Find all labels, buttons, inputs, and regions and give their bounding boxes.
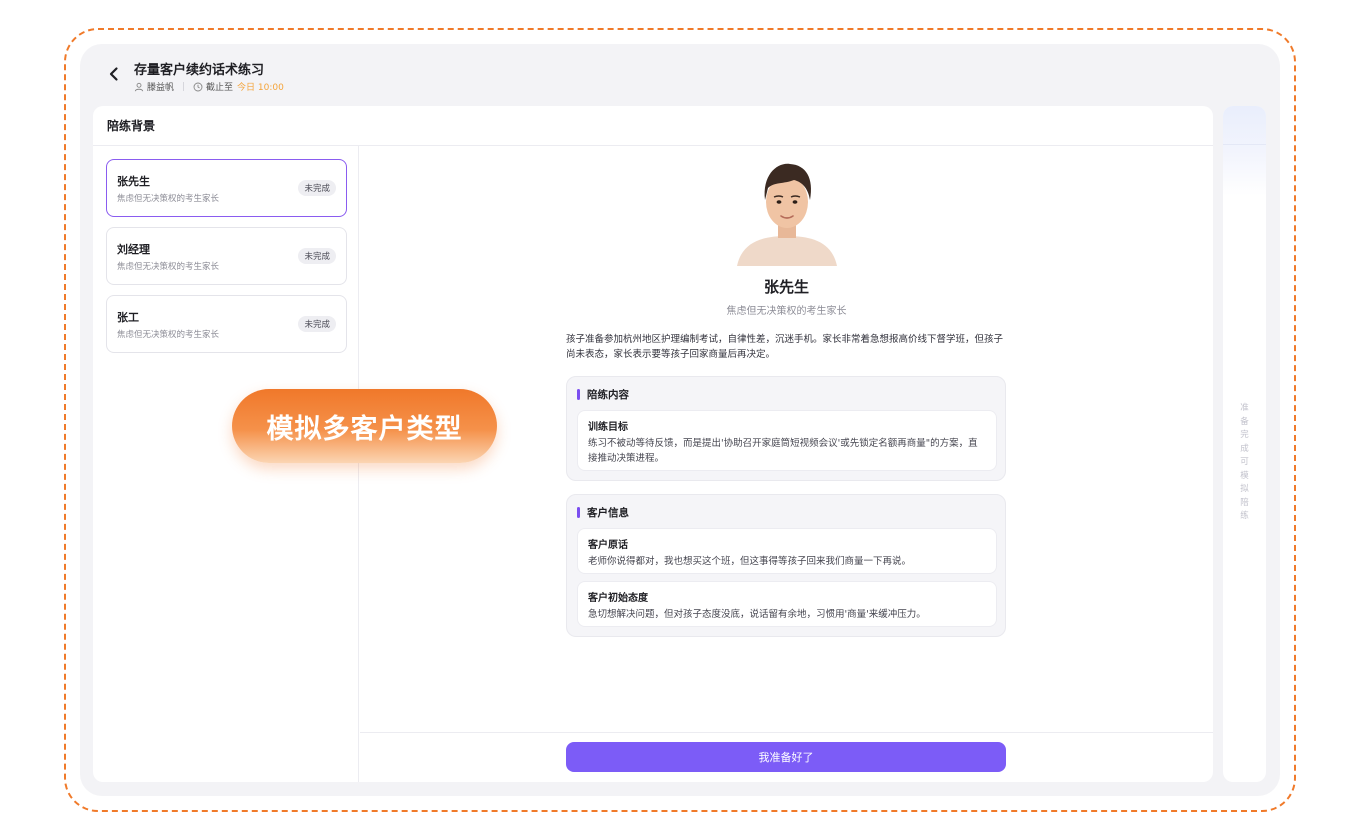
side-divider <box>1223 144 1266 145</box>
customer-desc: 焦虑但无决策权的考生家长 <box>117 330 220 340</box>
customer-name: 张工 <box>117 311 139 324</box>
detail-customer-name: 张先生 <box>763 278 809 296</box>
task-meta: 滕益帆 截止至 今日 10:00 <box>134 80 284 93</box>
user-icon <box>134 82 144 91</box>
side-panel: 准备完成可模拟陪练 <box>1223 106 1266 782</box>
side-panel-header <box>1223 106 1266 196</box>
chevron-left-icon <box>109 67 118 81</box>
section-accent-bar <box>577 389 580 400</box>
side-hint-text: 准备完成可模拟陪练 <box>1240 403 1249 521</box>
status-badge: 未完成 <box>298 180 336 196</box>
customer-quote-title: 客户原话 <box>588 540 628 551</box>
customer-list: 张先生 焦虑但无决策权的考生家长 未完成 刘经理 焦虑但无决策权的考生家长 未完… <box>93 146 359 782</box>
promo-callout: 模拟多客户类型 <box>232 389 497 463</box>
training-goal-card: 训练目标 练习不被动等待反馈，而是提出'协助召开家庭筒短视频会议'或先锁定名额再… <box>577 410 997 471</box>
customer-info-title: 客户信息 <box>577 505 629 520</box>
section-title-text: 客户信息 <box>587 507 629 519</box>
top-bar: 存量客户续约话术练习 滕益帆 截止至 今日 10:00 <box>80 44 1280 106</box>
panel-footer: 我准备好了 <box>360 732 1213 782</box>
customer-desc: 焦虑但无决策权的考生家长 <box>117 194 220 204</box>
customer-name: 刘经理 <box>117 243 150 256</box>
customer-quote-text: 老师你说得都对，我也想买这个班，但这事得等孩子回来我们商量一下再说。 <box>588 556 912 567</box>
assignee-name: 滕益帆 <box>147 83 175 93</box>
meta-divider <box>183 82 185 91</box>
deadline-value: 今日 10:00 <box>237 83 284 93</box>
detail-customer-role: 焦虑但无决策权的考生家长 <box>726 306 847 317</box>
customer-desc: 焦虑但无决策权的考生家长 <box>117 262 220 272</box>
panel-title: 陪练背景 <box>93 106 1213 146</box>
training-section-title: 陪练内容 <box>577 387 629 402</box>
section-title-text: 陪练内容 <box>587 389 629 401</box>
customer-card-zhang[interactable]: 张先生 焦虑但无决策权的考生家长 未完成 <box>106 159 347 217</box>
page-title: 存量客户续约话术练习 <box>134 63 265 78</box>
customer-name: 张先生 <box>117 175 150 188</box>
customer-card-liu[interactable]: 刘经理 焦虑但无决策权的考生家长 未完成 <box>106 227 347 285</box>
customer-info-section: 客户信息 客户原话 老师你说得都对，我也想买这个班，但这事得等孩子回来我们商量一… <box>566 494 1006 637</box>
section-accent-bar <box>577 507 580 518</box>
training-goal-text: 练习不被动等待反馈，而是提出'协助召开家庭筒短视频会议'或先锁定名额再商量"的方… <box>588 438 978 464</box>
customer-card-zhanggong[interactable]: 张工 焦虑但无决策权的考生家长 未完成 <box>106 295 347 353</box>
clock-icon <box>193 82 203 91</box>
training-section: 陪练内容 训练目标 练习不被动等待反馈，而是提出'协助召开家庭筒短视频会议'或先… <box>566 376 1006 481</box>
training-goal-title: 训练目标 <box>588 422 628 433</box>
customer-attitude-title: 客户初始态度 <box>588 593 648 604</box>
customer-avatar <box>732 158 842 266</box>
customer-attitude-text: 急切想解决问题，但对孩子态度没底，说话留有余地，习惯用'商量'来缓冲压力。 <box>588 609 926 620</box>
status-badge: 未完成 <box>298 316 336 332</box>
deadline-label: 截止至 <box>206 83 234 93</box>
customer-quote-card: 客户原话 老师你说得都对，我也想买这个班，但这事得等孩子回来我们商量一下再说。 <box>577 528 997 574</box>
back-button[interactable] <box>102 62 126 86</box>
customer-attitude-card: 客户初始态度 急切想解决问题，但对孩子态度没底，说话留有余地，习惯用'商量'来缓… <box>577 581 997 627</box>
ready-button[interactable]: 我准备好了 <box>566 742 1006 772</box>
scenario-background: 孩子准备参加杭州地区护理编制考试，自律性差，沉迷手机。家长非常着急想报高价线下督… <box>566 334 1004 360</box>
status-badge: 未完成 <box>298 248 336 264</box>
